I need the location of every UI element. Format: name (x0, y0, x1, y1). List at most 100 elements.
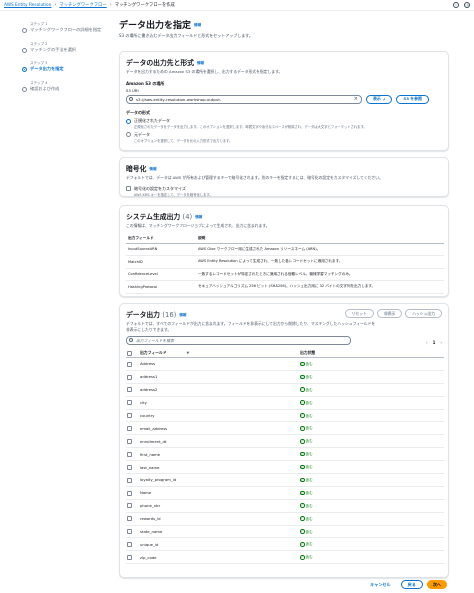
radio-normalized[interactable]: 正規化されたデータ 正規化されたデータをデータを出力します。このオプションを選択… (126, 118, 442, 129)
row-checkbox[interactable] (127, 387, 132, 393)
table-row[interactable]: Name ✓ 含む (126, 486, 444, 500)
reset-button[interactable]: リセット (344, 309, 374, 318)
radio-unchecked-icon[interactable] (126, 132, 131, 137)
field-name: address1 (140, 370, 300, 384)
column-header-field[interactable]: 出力フィールド ▼ (140, 348, 300, 358)
s3-uri-input[interactable]: s3://aws-entity-resolution-workshop-outp… (126, 94, 362, 104)
customize-encryption-checkbox[interactable] (126, 186, 131, 191)
step-label[interactable]: マッチングワークフローの詳細を指定 (30, 27, 102, 33)
table-row[interactable]: phone_nbr ✓ 含む (126, 499, 444, 513)
row-checkbox[interactable] (127, 413, 132, 419)
status-cell: ✓ 含む (300, 434, 444, 449)
radio-description: このオプションを選択して、データを元の入力形式で出力します。 (134, 138, 233, 143)
close-icon[interactable]: × (354, 96, 358, 103)
system-output-panel: システム生成出力 (4) 情報 この情報は、マッチングワークフロージョブによって生… (119, 205, 449, 297)
step-label[interactable]: マッチングの手法を選択 (30, 47, 102, 53)
status-label: 含む (305, 477, 313, 482)
status-label: 含む (305, 465, 313, 470)
table-row[interactable]: city ✓ 含む (126, 396, 444, 410)
status-badge: ✓ 含む (300, 542, 313, 547)
field-name: first_name (140, 447, 300, 462)
row-checkbox[interactable] (127, 490, 132, 496)
table-row[interactable]: rewards_id ✓ 含む (126, 512, 444, 526)
table-row[interactable]: unique_id ✓ 含む (126, 537, 444, 552)
table-row[interactable]: address2 ✓ 含む (126, 383, 444, 397)
field-name: Address (140, 357, 300, 371)
hash-output-button[interactable]: ハッシュ出力 (405, 309, 442, 318)
select-all-checkbox[interactable] (127, 350, 132, 356)
panel-title-text: データ出力 (126, 311, 160, 319)
status-label: 含む (305, 439, 313, 444)
row-checkbox[interactable] (127, 451, 132, 457)
table-row[interactable]: state_name ✓ 含む (126, 525, 444, 539)
clock-icon[interactable]: ◷ (464, 2, 470, 8)
check-circle-icon: ✓ (300, 400, 305, 405)
row-checkbox[interactable] (127, 426, 132, 432)
row-checkbox-cell (126, 370, 140, 384)
table-row: MatchID AWS Entity Resolution によって生成され、一致… (126, 255, 444, 269)
back-button[interactable]: 戻る (400, 580, 423, 589)
radio-raw[interactable]: 元データ このオプションを選択して、データを元の入力形式で出力します。 (126, 132, 442, 143)
status-badge: ✓ 含む (300, 387, 313, 392)
breadcrumb-workflows-link[interactable]: マッチングワークフロー (59, 2, 106, 8)
table-row[interactable]: zip_code ✓ 含む (126, 550, 444, 565)
field-name: HashingProtocol (126, 280, 196, 294)
table-row[interactable]: country ✓ 含む (126, 409, 444, 423)
search-icon (129, 97, 133, 101)
status-cell: ✓ 含む (300, 383, 444, 397)
row-checkbox[interactable] (127, 439, 132, 445)
info-link[interactable]: 情報 (197, 61, 204, 65)
row-checkbox[interactable] (127, 542, 132, 548)
cancel-button[interactable]: キャンセル (364, 582, 396, 588)
status-cell: ✓ 含む (300, 370, 444, 384)
row-checkbox[interactable] (127, 516, 132, 522)
row-checkbox[interactable] (127, 400, 132, 406)
status-label: 含む (305, 426, 313, 431)
hide-button[interactable]: 非表示 (376, 309, 403, 318)
row-checkbox[interactable] (127, 374, 132, 380)
table-row[interactable]: address1 ✓ 含む (126, 370, 444, 384)
chevron-left-icon[interactable]: ‹ (426, 340, 428, 345)
search-placeholder: 出力フィールドを検索 (136, 337, 174, 343)
customize-encryption-checkbox-row[interactable]: 暗号化の設定をカスタマイズ AWS KMS キーを指定して、データを暗号化します… (126, 186, 442, 197)
table-row[interactable]: enrollment_dt ✓ 含む (126, 434, 444, 449)
view-button[interactable]: 表示 ↗ (366, 94, 393, 104)
next-button[interactable]: 次へ (426, 580, 447, 589)
step-label: 確認および作成 (30, 85, 60, 91)
row-checkbox[interactable] (127, 555, 132, 561)
row-checkbox[interactable] (127, 503, 132, 509)
search-input[interactable]: 出力フィールドを検索 (126, 335, 351, 345)
panel-description: データを出力するための Amazon S3 の場所を選択し、出力するデータ形式を… (126, 68, 283, 74)
status-cell: ✓ 含む (300, 537, 444, 552)
info-link[interactable]: 情報 (194, 23, 201, 27)
field-name: loyalty_program_id (140, 473, 300, 487)
status-cell: ✓ 含む (300, 525, 444, 539)
table-row[interactable]: Address ✓ 含む (126, 357, 444, 371)
panel-actions: リセット 非表示 ハッシュ出力 (344, 309, 442, 318)
page-number[interactable]: 1 (433, 340, 436, 345)
row-checkbox[interactable] (127, 361, 132, 367)
row-checkbox[interactable] (127, 464, 132, 470)
info-link[interactable]: 情報 (179, 313, 186, 317)
row-checkbox[interactable] (127, 477, 132, 483)
chevron-right-icon[interactable]: › (440, 340, 442, 345)
info-link[interactable]: 情報 (149, 167, 156, 171)
info-link[interactable]: 情報 (195, 215, 202, 219)
info-icon[interactable]: i (453, 2, 459, 8)
table-row[interactable]: loyalty_program_id ✓ 含む (126, 473, 444, 487)
status-label: 含む (305, 529, 313, 534)
status-badge: ✓ 含む (300, 464, 313, 470)
table-row[interactable]: last_name ✓ 含む (126, 460, 444, 475)
breadcrumb-service-link[interactable]: AWS Entity Resolution (4, 3, 51, 8)
row-checkbox-cell (126, 434, 140, 449)
table-row[interactable]: email_address ✓ 含む (126, 421, 444, 436)
external-link-icon: ↗ (382, 96, 386, 102)
panel-title: データの出力先と形式 情報 (126, 57, 442, 67)
browse-s3-button[interactable]: S3 を参照 (396, 94, 429, 104)
row-checkbox[interactable] (127, 529, 132, 535)
sort-icon[interactable]: ▼ (187, 351, 190, 355)
table-row[interactable]: first_name ✓ 含む (126, 447, 444, 462)
check-circle-icon: ✓ (300, 374, 305, 380)
radio-checked-icon[interactable] (126, 118, 131, 124)
page-description: S3 の場所に書き込むデータ出力フィールドと形式をセットアップします。 (119, 33, 253, 38)
